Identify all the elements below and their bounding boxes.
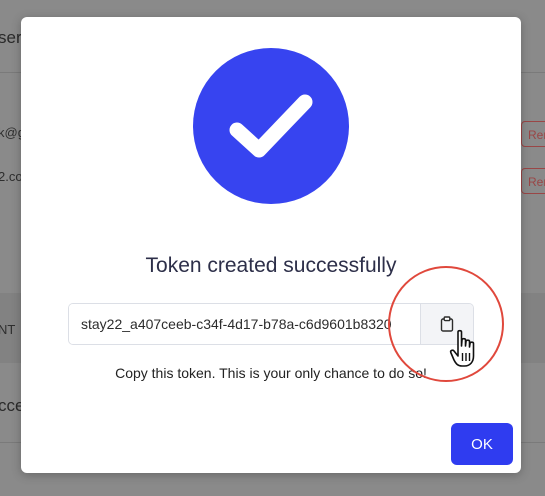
background-section-label: NT <box>0 322 16 337</box>
background-email-2: 2.co <box>0 169 23 184</box>
ok-button[interactable]: OK <box>451 423 513 465</box>
check-circle-icon <box>193 48 349 204</box>
background-heading: ser <box>0 28 22 47</box>
click-highlight-ring <box>388 266 504 382</box>
token-created-dialog: Token created successfully Copy this tok… <box>21 17 521 473</box>
checkmark-icon <box>229 94 313 158</box>
background-remove-button-2[interactable]: Rem <box>521 168 545 194</box>
token-input[interactable] <box>69 304 420 344</box>
hand-pointer-icon <box>449 329 475 367</box>
background-remove-button-1[interactable]: Rem <box>521 121 545 147</box>
